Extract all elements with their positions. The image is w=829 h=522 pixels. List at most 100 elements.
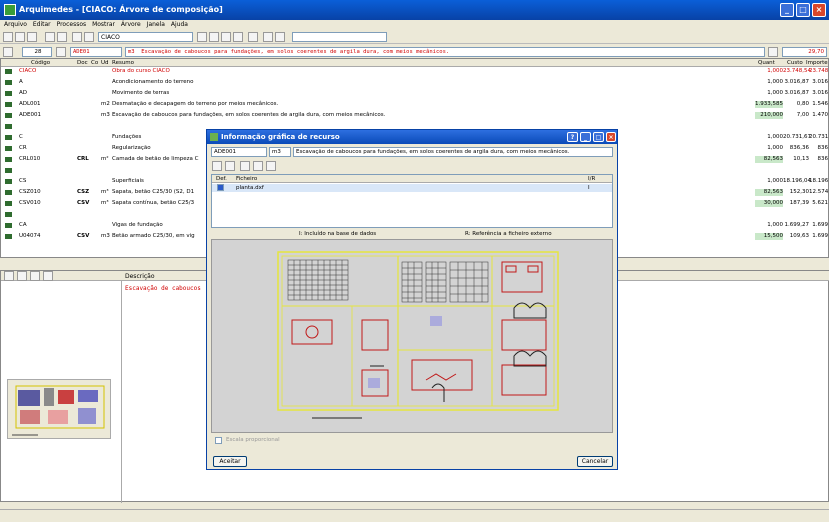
menu-ajuda[interactable]: Ajuda — [171, 20, 188, 30]
folder-icon[interactable] — [5, 80, 12, 85]
cell-ud: m3 — [101, 112, 110, 118]
new-icon[interactable] — [3, 32, 13, 42]
file-row[interactable]: planta.dxf I — [212, 184, 612, 192]
cell-doc: CSV — [77, 233, 90, 239]
menu-arvore[interactable]: Árvore — [121, 20, 141, 30]
table-row[interactable]: ADL001 m2 Desmatação e decapagem do terren… — [1, 101, 828, 108]
header-code[interactable]: Código — [31, 60, 50, 66]
menu-arquivo[interactable]: Arquivo — [4, 20, 27, 30]
folder-icon[interactable] — [5, 146, 12, 151]
folder-icon[interactable] — [5, 234, 12, 239]
open-icon[interactable] — [15, 32, 25, 42]
record-code: ADE01 — [73, 49, 90, 55]
header-co[interactable]: Co — [91, 60, 98, 66]
record-total: 29,70 — [808, 49, 824, 55]
description-text[interactable]: Escavação de caboucos — [125, 285, 201, 292]
dialog-link-icon[interactable] — [253, 161, 263, 171]
file-name: planta.dxf — [236, 185, 264, 191]
table-row[interactable]: A Acondicionamento do terreno 1,000 3.016,8… — [1, 79, 828, 86]
grid-header: Código Doc Co Ud Resumo Quant Custo Impo… — [1, 59, 828, 67]
folder-icon[interactable] — [5, 157, 12, 162]
dialog-minimize-button[interactable]: _ — [580, 132, 591, 142]
folder-icon[interactable] — [5, 113, 12, 118]
table-row[interactable]: AD Movimento de terras 1,000 3.016,87 3.016 — [1, 90, 828, 97]
header-price[interactable]: Custo — [787, 60, 803, 66]
folder-icon[interactable] — [5, 124, 12, 129]
record-icon[interactable] — [56, 47, 66, 57]
cancel-button[interactable]: Cancelar — [577, 456, 613, 467]
print-icon[interactable] — [84, 32, 94, 42]
dialog-help-button[interactable]: ? — [567, 132, 578, 142]
folder-icon[interactable] — [5, 201, 12, 206]
calc-icon[interactable] — [768, 47, 778, 57]
panel-divider — [121, 281, 122, 503]
header-summary[interactable]: Resumo — [112, 60, 134, 66]
cell-amount: 1.470 — [812, 112, 828, 118]
header-doc[interactable]: Doc — [77, 60, 88, 66]
tree-icon[interactable] — [197, 32, 207, 42]
menu-editar[interactable]: Editar — [33, 20, 51, 30]
equals-icon[interactable] — [43, 271, 53, 281]
view-icon[interactable] — [4, 271, 14, 281]
dialog-delete-icon[interactable] — [225, 161, 235, 171]
record-number-field[interactable]: 28 — [22, 47, 52, 57]
cell-summary: Sapata, betão C25/30 (S2, D1 — [112, 189, 195, 195]
accept-button[interactable]: Aceitar — [213, 456, 247, 467]
table-icon[interactable] — [221, 32, 231, 42]
dialog-unlink-icon[interactable] — [266, 161, 276, 171]
table-row[interactable]: ADE001 m3 Escavação de caboucos para funda… — [1, 112, 828, 119]
redo-icon[interactable] — [57, 32, 67, 42]
cell-summary: Obra do curso CIACO — [112, 68, 170, 74]
record-summary: Escavação de caboucos para fundações, em… — [141, 49, 450, 55]
disk-icon[interactable] — [72, 32, 82, 42]
default-checkbox[interactable] — [217, 184, 224, 191]
record-code-field[interactable]: ADE01 — [70, 47, 122, 57]
folder-icon[interactable] — [5, 69, 12, 74]
project-combo[interactable]: CIACO — [98, 32, 193, 42]
table-row[interactable]: CIACO Obra do curso CIACO 1,000 23.748,54 23… — [1, 68, 828, 75]
menu-processos[interactable]: Processos — [57, 20, 87, 30]
copy-icon[interactable] — [263, 32, 273, 42]
folder-icon[interactable] — [5, 179, 12, 184]
cell-ud: m² — [101, 156, 109, 162]
header-qty[interactable]: Quant — [758, 60, 775, 66]
search-combo[interactable] — [292, 32, 387, 42]
maximize-button[interactable]: □ — [796, 3, 810, 17]
minimize-button[interactable]: _ — [780, 3, 794, 17]
menu-mostrar[interactable]: Mostrar — [92, 20, 115, 30]
drawing-thumbnail[interactable] — [7, 379, 111, 439]
proportional-scale-checkbox[interactable] — [215, 437, 222, 444]
header-ud[interactable]: Ud — [101, 60, 109, 66]
arrow-up-icon[interactable] — [30, 271, 40, 281]
paste-icon[interactable] — [275, 32, 285, 42]
cell-summary: Betão armado C25/30, em vig — [112, 233, 195, 239]
menu-janela[interactable]: Janela — [147, 20, 165, 30]
cell-doc: CSZ — [77, 189, 90, 195]
save-icon[interactable] — [27, 32, 37, 42]
branch-icon[interactable] — [209, 32, 219, 42]
record-summary-field[interactable]: m3 Escavação de caboucos para fundações,… — [125, 47, 765, 57]
cell-summary: Sapata contínua, betão C25/3 — [112, 200, 195, 206]
dialog-add-icon[interactable] — [212, 161, 222, 171]
close-button[interactable]: × — [812, 3, 826, 17]
undo-icon[interactable] — [45, 32, 55, 42]
dialog-close-button[interactable]: × — [606, 132, 616, 142]
cell-qty: 82,563 — [755, 189, 783, 196]
folder-icon[interactable] — [5, 102, 12, 107]
folder-icon[interactable] — [5, 91, 12, 96]
folder-icon[interactable] — [5, 135, 12, 140]
dialog-view-icon[interactable] — [240, 161, 250, 171]
folder-icon[interactable] — [5, 190, 12, 195]
arrow-down-icon[interactable] — [17, 271, 27, 281]
measure-icon[interactable] — [248, 32, 258, 42]
record-nav-icon[interactable] — [3, 47, 13, 57]
folder-icon[interactable] — [5, 212, 12, 217]
cell-amount: 1.546 — [812, 101, 828, 107]
cad-preview — [211, 239, 613, 433]
dialog-maximize-button[interactable]: □ — [593, 132, 604, 142]
chart-icon[interactable] — [233, 32, 243, 42]
folder-icon[interactable] — [5, 223, 12, 228]
folder-icon[interactable] — [5, 168, 12, 173]
header-amount[interactable]: Importe — [806, 60, 828, 66]
cell-code: CR — [19, 145, 27, 151]
